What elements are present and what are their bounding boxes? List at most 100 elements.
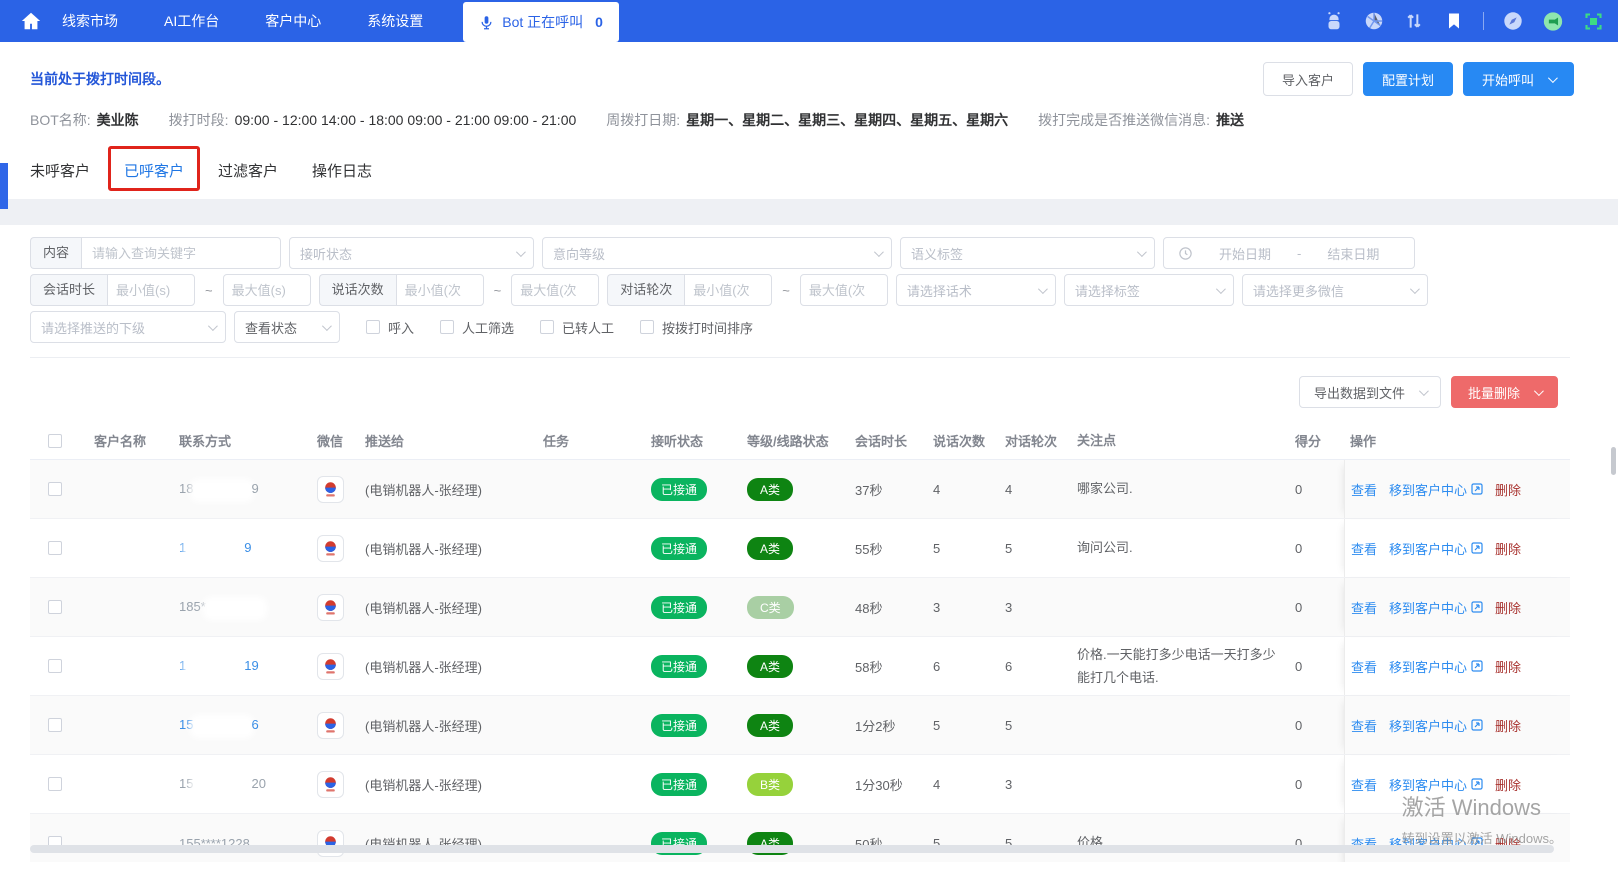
focus-cell: 价格.一天能打多少电话一天打多少能打几个电话.	[1077, 646, 1276, 685]
view-status-select[interactable]: 查看状态	[234, 311, 340, 343]
start-date-placeholder: 开始日期	[1219, 246, 1272, 262]
semantic-tag-select[interactable]: 语义标签	[900, 237, 1156, 269]
bookmark-icon[interactable]	[1443, 10, 1465, 32]
move-to-customer-center-link[interactable]: 移到客户中心	[1389, 539, 1483, 558]
push-subordinate-select[interactable]: 请选择推送的下级	[30, 311, 226, 343]
tab-operation-log[interactable]: 操作日志	[312, 156, 372, 185]
script-select[interactable]: 请选择话术	[895, 274, 1056, 306]
nav-item-customer-center[interactable]: 客户中心	[265, 11, 321, 31]
wechat-avatar-icon[interactable]	[317, 770, 344, 798]
aperture-icon[interactable]	[1363, 10, 1385, 32]
phone-number[interactable]: 1 19	[179, 658, 259, 674]
dial-period-value: 09:00 - 12:00 14:00 - 18:00 09:00 - 21:0…	[234, 112, 577, 128]
phone-number[interactable]: 15 20	[179, 776, 266, 792]
phone-number[interactable]: 15 6	[179, 717, 259, 733]
checkbox-sort-by-dial-time[interactable]: 按拨打时间排序	[640, 318, 753, 337]
view-link[interactable]: 查看	[1351, 480, 1377, 499]
wechat-push-value: 推送	[1216, 112, 1245, 128]
tab-filtered-customers[interactable]: 过滤客户	[218, 156, 278, 185]
compass-icon[interactable]	[1502, 10, 1524, 32]
move-to-customer-center-link[interactable]: 移到客户中心	[1389, 480, 1483, 499]
tab-uncalled-customers[interactable]: 未呼客户	[30, 156, 90, 185]
talk-count-cell: 5	[933, 717, 941, 733]
table-toolbar-divider	[30, 357, 1570, 358]
nav-item-ai-workbench[interactable]: AI工作台	[164, 11, 219, 31]
checkbox-inbound[interactable]: 呼入	[366, 318, 414, 337]
vertical-scrollbar[interactable]	[1611, 447, 1616, 475]
wechat-avatar-icon[interactable]	[317, 534, 344, 562]
duration-cell: 55秒	[855, 541, 883, 557]
talk-count-min-input[interactable]	[395, 274, 484, 306]
start-call-button[interactable]: 开始呼叫	[1462, 62, 1574, 96]
batch-delete-button[interactable]: 批量删除	[1450, 376, 1558, 408]
export-data-button[interactable]: 导出数据到文件	[1298, 376, 1441, 408]
view-link[interactable]: 查看	[1351, 716, 1377, 735]
dialog-rounds-min-input[interactable]	[684, 274, 773, 306]
view-link[interactable]: 查看	[1351, 598, 1377, 617]
header-talk-count: 说话次数	[933, 434, 986, 449]
view-link[interactable]: 查看	[1351, 539, 1377, 558]
phone-mask	[188, 660, 243, 674]
row-checkbox[interactable]	[48, 718, 62, 732]
configure-plan-button[interactable]: 配置计划	[1362, 62, 1453, 96]
delete-link[interactable]: 删除	[1495, 539, 1521, 558]
horizontal-scrollbar[interactable]	[30, 845, 1554, 853]
talk-count-max-input[interactable]	[511, 274, 600, 306]
talk-count-cell: 4	[933, 481, 941, 497]
checkbox-transferred-to-human[interactable]: 已转人工	[540, 318, 614, 337]
delete-link[interactable]: 删除	[1495, 716, 1521, 735]
phone-number[interactable]: 185*	[179, 599, 264, 615]
header-task: 任务	[543, 434, 570, 449]
delete-link[interactable]: 删除	[1495, 480, 1521, 499]
delete-link[interactable]: 删除	[1495, 657, 1521, 676]
wechat-avatar-icon[interactable]	[317, 652, 344, 680]
tag-select[interactable]: 请选择标签	[1063, 274, 1234, 306]
nav-item-clue-market[interactable]: 线索市场	[62, 11, 118, 31]
move-to-customer-center-link[interactable]: 移到客户中心	[1389, 775, 1483, 794]
import-customer-button[interactable]: 导入客户	[1262, 62, 1353, 96]
row-checkbox[interactable]	[48, 659, 62, 673]
tab-called-customers[interactable]: 已呼客户	[108, 146, 201, 191]
keyword-search-input[interactable]	[81, 237, 282, 269]
answer-status-select[interactable]: 接听状态	[289, 237, 535, 269]
robot-icon[interactable]	[1323, 10, 1345, 32]
row-checkbox[interactable]	[48, 482, 62, 496]
talk-count-cell: 5	[933, 540, 941, 556]
rounds-cell: 4	[1005, 481, 1013, 497]
grade-badge: C类	[747, 595, 794, 619]
intent-level-select[interactable]: 意向等级	[542, 237, 893, 269]
row-checkbox[interactable]	[48, 541, 62, 555]
wechat-avatar-icon[interactable]	[317, 475, 344, 503]
nav-item-system-settings[interactable]: 系统设置	[367, 11, 423, 31]
date-range-picker[interactable]: 开始日期 - 结束日期	[1163, 237, 1416, 269]
row-checkbox[interactable]	[48, 777, 62, 791]
wechat-avatar-icon[interactable]	[317, 711, 344, 739]
sort-arrows-icon[interactable]	[1403, 10, 1425, 32]
move-to-customer-center-link[interactable]: 移到客户中心	[1389, 657, 1483, 676]
select-all-checkbox[interactable]	[48, 433, 62, 448]
move-to-customer-center-link[interactable]: 移到客户中心	[1389, 716, 1483, 735]
home-icon[interactable]	[18, 8, 44, 34]
view-link[interactable]: 查看	[1351, 657, 1377, 676]
wechat-avatar-icon[interactable]	[317, 593, 344, 621]
dialog-rounds-max-input[interactable]	[799, 274, 888, 306]
session-duration-max-input[interactable]	[222, 274, 311, 306]
view-link[interactable]: 查看	[1351, 775, 1377, 794]
phone-number[interactable]: 19	[179, 540, 251, 556]
green-chat-icon[interactable]	[1542, 10, 1564, 32]
session-duration-label: 会话时长	[30, 274, 108, 306]
session-duration-min-input[interactable]	[107, 274, 196, 306]
bot-calling-button[interactable]: Bot 正在呼叫 0	[463, 2, 619, 42]
phone-cell: 1 19	[173, 637, 311, 695]
talk-count-cell: 6	[933, 658, 941, 674]
table-row: 18 9 (电销机器人-张经理) 已接通 A类 37秒 4 4 哪家公司. 0 查…	[30, 460, 1570, 519]
move-to-customer-center-link[interactable]: 移到客户中心	[1389, 598, 1483, 617]
delete-link[interactable]: 删除	[1495, 775, 1521, 794]
delete-link[interactable]: 删除	[1495, 598, 1521, 617]
phone-number[interactable]: 18 9	[179, 481, 259, 497]
more-wechat-select[interactable]: 请选择更多微信	[1241, 274, 1428, 306]
score-cell: 0	[1295, 776, 1303, 792]
checkbox-manual-filter[interactable]: 人工筛选	[440, 318, 514, 337]
row-checkbox[interactable]	[48, 600, 62, 614]
fullscreen-icon[interactable]	[1582, 10, 1604, 32]
